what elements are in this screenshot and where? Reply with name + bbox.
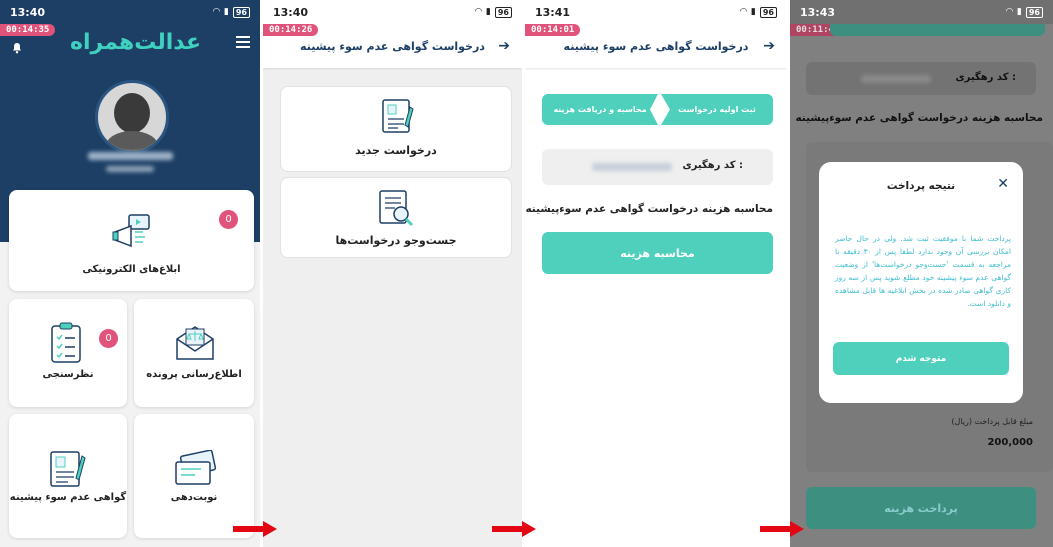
envelope-scales-icon — [176, 326, 214, 360]
back-arrow-icon[interactable]: ➔ — [498, 38, 510, 54]
panel-divider — [260, 0, 263, 547]
wifi-icon: ◠ — [739, 7, 747, 17]
battery-icon: 96 — [494, 6, 512, 18]
back-arrow-icon[interactable]: ➔ — [763, 38, 775, 54]
tracking-code-box: کد رهگیری : — [542, 149, 773, 185]
card-e-notices[interactable]: ابلاغ‌های الکترونیکی 0 — [9, 190, 254, 291]
card-label: نظرسنجی — [42, 369, 94, 380]
step-initial-registration: ثبت اولیه درخواست — [661, 94, 773, 125]
payment-result-screen: 13:43 ◠ ▮ 96 00:11:44 کد رهگیری : محاسبه… — [790, 0, 1053, 547]
panel-divider — [522, 0, 525, 547]
status-icons: ◠ ▮ 96 — [212, 6, 250, 18]
red-arrow-icon — [233, 521, 277, 537]
step-payment: محاسبه و دریافت هزینه — [542, 94, 658, 125]
new-request-button[interactable]: درخواست جدید — [280, 86, 512, 172]
signal-icon: ▮ — [485, 7, 491, 17]
clipboard-check-icon — [51, 322, 81, 363]
clearance-menu-screen: 13:40 ◠ ▮ 96 درخواست گواهی عدم سوء پیشین… — [263, 0, 522, 547]
status-icons: ◠ ▮ 96 — [1005, 6, 1043, 18]
tracking-code-box: کد رهگیری : — [806, 62, 1036, 95]
status-time: 13:43 — [800, 5, 836, 19]
section-title: محاسبه هزینه درخواست گواهی عدم سوء‌پیشین… — [795, 112, 1043, 124]
tickets-icon — [175, 450, 217, 485]
status-bar: 13:40 ◠ ▮ 96 — [0, 0, 260, 24]
signal-icon: ▮ — [223, 7, 229, 17]
card-appointments[interactable]: نوبت‌دهی — [134, 414, 254, 538]
status-bar: 13:40 ◠ ▮ 96 — [263, 0, 522, 24]
user-name-blurred — [88, 152, 173, 160]
section-title: محاسبه هزینه درخواست گواهی عدم سوء‌پیشین… — [525, 203, 773, 215]
tracking-code-blurred — [592, 163, 672, 171]
status-icons: ◠ ▮ 96 — [474, 6, 512, 18]
card-label: گواهی عدم سوء پیشینه — [9, 492, 127, 503]
count-badge: 0 — [219, 210, 238, 229]
panel-divider — [787, 0, 790, 547]
page-title: درخواست گواهی عدم سوء پیشینه — [300, 39, 485, 53]
card-clearance-certificate[interactable]: گواهی عدم سوء پیشینه — [9, 414, 127, 538]
home-screen: 13:40 ◠ ▮ 96 00:14:35 عدالت‌همراه ابلاغ‌… — [0, 0, 260, 547]
wifi-icon: ◠ — [212, 7, 220, 17]
modal-title: نتیجه پرداخت — [886, 180, 956, 192]
bell-icon[interactable] — [11, 42, 23, 54]
battery-icon: 96 — [232, 6, 250, 18]
red-arrow-icon — [492, 521, 536, 537]
battery-icon: 96 — [759, 6, 777, 18]
status-time: 13:40 — [10, 5, 46, 19]
user-id-blurred — [106, 166, 154, 172]
calculate-cost-button[interactable]: محاسبه هزینه — [542, 232, 773, 274]
confirm-button[interactable]: متوجه شدم — [833, 342, 1009, 375]
tracking-code-label: کد رهگیری : — [682, 160, 743, 171]
card-label: ابلاغ‌های الکترونیکی — [82, 264, 181, 275]
pay-button[interactable]: پرداخت هزینه — [806, 487, 1036, 529]
avatar — [95, 80, 169, 154]
red-arrow-icon — [760, 521, 804, 537]
new-request-icon — [382, 99, 414, 133]
close-icon[interactable]: ✕ — [997, 176, 1009, 192]
battery-icon: 96 — [1025, 6, 1043, 18]
status-time: 13:41 — [535, 5, 571, 19]
progress-steps: ثبت اولیه درخواست محاسبه و دریافت هزینه — [542, 94, 773, 125]
search-requests-button[interactable]: جست‌وجو درخواست‌ها — [280, 177, 512, 258]
status-bar: 13:41 ◠ ▮ 96 — [525, 0, 787, 24]
signal-icon: ▮ — [750, 7, 756, 17]
status-time: 13:40 — [273, 5, 309, 19]
status-bar: 13:43 ◠ ▮ 96 — [790, 0, 1053, 24]
menu-icon[interactable] — [236, 33, 250, 51]
count-badge: 0 — [99, 329, 118, 348]
wifi-icon: ◠ — [474, 7, 482, 17]
card-case-notices[interactable]: اطلاع‌رسانی پرونده — [134, 299, 254, 407]
signal-icon: ▮ — [1016, 7, 1022, 17]
app-logo: عدالت‌همراه — [70, 30, 202, 55]
card-label: اطلاع‌رسانی پرونده — [146, 369, 242, 380]
tracking-code-label: کد رهگیری : — [955, 72, 1016, 83]
status-icons: ◠ ▮ 96 — [739, 6, 777, 18]
amount-label: مبلغ قابل پرداخت (ریال) — [951, 417, 1033, 426]
payment-result-modal: نتیجه پرداخت ✕ پرداخت شما با موفقیت ثبت … — [819, 162, 1023, 403]
session-timer: 00:14:26 — [263, 24, 319, 36]
wifi-icon: ◠ — [1005, 7, 1013, 17]
search-document-icon — [379, 190, 414, 227]
megaphone-icon — [112, 214, 150, 248]
option-label: درخواست جدید — [355, 144, 437, 157]
option-label: جست‌وجو درخواست‌ها — [335, 234, 457, 247]
page-title: درخواست گواهی عدم سوء پیشینه — [563, 39, 749, 53]
amount-value: 200,000 — [987, 437, 1033, 448]
session-timer: 00:14:01 — [525, 24, 581, 36]
modal-message: پرداخت شما با موفقیت ثبت شد. ولی در حال … — [835, 234, 1011, 308]
card-label: نوبت‌دهی — [170, 492, 218, 503]
card-survey[interactable]: نظرسنجی 0 — [9, 299, 127, 407]
tracking-code-blurred — [861, 75, 931, 83]
certificate-icon — [50, 451, 86, 487]
session-timer: 00:14:35 — [0, 24, 56, 36]
steps-bar-dimmed — [830, 24, 1045, 36]
cost-calculation-screen: 13:41 ◠ ▮ 96 درخواست گواهی عدم سوء پیشین… — [525, 0, 787, 547]
